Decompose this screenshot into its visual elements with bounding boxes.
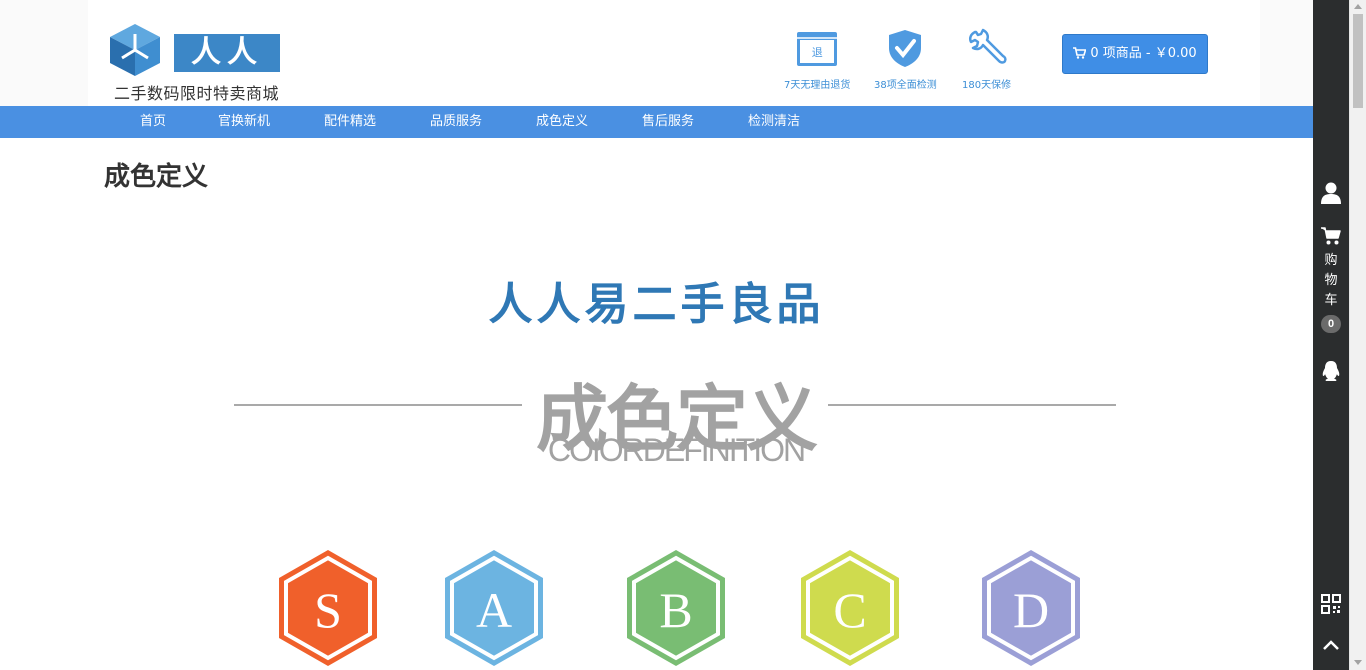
logo[interactable]: 人人易 二手数码限时特卖商城 [110,22,310,108]
grade-b-letter: B [659,582,692,638]
grade-d-letter: D [1013,582,1049,638]
service-warranty-label: 180天保修 [962,80,1012,91]
cart-summary: 0 项商品 - ￥0.00 [1090,46,1197,61]
back-to-top-button[interactable] [1313,638,1349,657]
sidebar-qrcode[interactable] [1313,594,1349,619]
service-inspection[interactable]: 38项全面检测 [874,28,937,91]
divider-right [828,404,1116,406]
nav-item-official-refurb[interactable]: 官换新机 [218,106,270,138]
sidebar-qq[interactable] [1313,360,1349,387]
grade-c-hexagon[interactable]: C [798,548,902,670]
qr-code-icon [1321,594,1341,614]
grade-b-hexagon[interactable]: B [624,548,728,670]
nav-item-inspection-cleaning[interactable]: 检测清洁 [748,106,800,138]
scrollbar[interactable] [1349,0,1366,670]
section-subtitle: COIORDEFINITION [547,432,806,468]
grade-s-hexagon[interactable]: S [276,548,380,670]
service-warranty[interactable]: 180天保修 [962,28,1011,91]
cart-button[interactable]: 0 项商品 - ￥0.00 [1062,34,1208,74]
cart-icon [1073,47,1087,59]
service-inspection-label: 38项全面检测 [874,80,937,91]
user-icon [1321,182,1341,204]
main-nav: 首页 官换新机 配件精选 品质服务 成色定义 售后服务 检测清洁 [0,106,1313,138]
qq-penguin-icon [1322,361,1340,381]
shield-check-icon [889,30,922,67]
wrench-icon [968,28,1007,64]
scroll-up-arrow-icon[interactable] [1354,4,1362,9]
grade-a-hexagon[interactable]: A [442,548,546,670]
grade-a-letter: A [476,582,512,638]
nav-item-home[interactable]: 首页 [140,106,166,138]
scroll-down-arrow-icon[interactable] [1354,660,1362,665]
sidebar-user[interactable] [1313,182,1349,209]
nav-item-accessories[interactable]: 配件精选 [324,106,376,138]
service-return-label: 7天无理由退货 [784,80,851,91]
grade-d-hexagon[interactable]: D [979,548,1083,670]
divider-left [234,404,522,406]
grade-c-letter: C [833,582,866,638]
brand-title: 人人易二手良品 [488,279,825,330]
nav-item-after-sales[interactable]: 售后服务 [642,106,694,138]
header: 人人易 二手数码限时特卖商城 退 7天无理由退货 38项全面检测 180天保修 [88,0,1260,108]
nav-item-quality-service[interactable]: 品质服务 [430,106,482,138]
cart-count-badge: 0 [1321,315,1341,333]
right-sidebar: 购 物 车 0 [1313,0,1349,670]
chevron-up-icon [1323,640,1339,650]
sidebar-cart-label: 购 物 车 [1324,253,1338,308]
page: 人人易 二手数码限时特卖商城 退 7天无理由退货 38项全面检测 180天保修 [0,0,1313,670]
return-badge: 退 [811,46,823,59]
logo-cube-icon [110,24,160,76]
service-return[interactable]: 退 7天无理由退货 [784,28,850,91]
logo-mark: 人人易 [174,34,280,108]
logo-tagline: 二手数码限时特卖商城 [114,84,280,103]
sidebar-cart[interactable]: 购 物 车 0 [1313,226,1349,333]
grade-s-letter: S [314,582,342,638]
scroll-thumb[interactable] [1353,14,1363,108]
page-title: 成色定义 [104,162,209,192]
nav-item-condition-definition[interactable]: 成色定义 [536,106,588,138]
cart-icon [1321,227,1341,245]
